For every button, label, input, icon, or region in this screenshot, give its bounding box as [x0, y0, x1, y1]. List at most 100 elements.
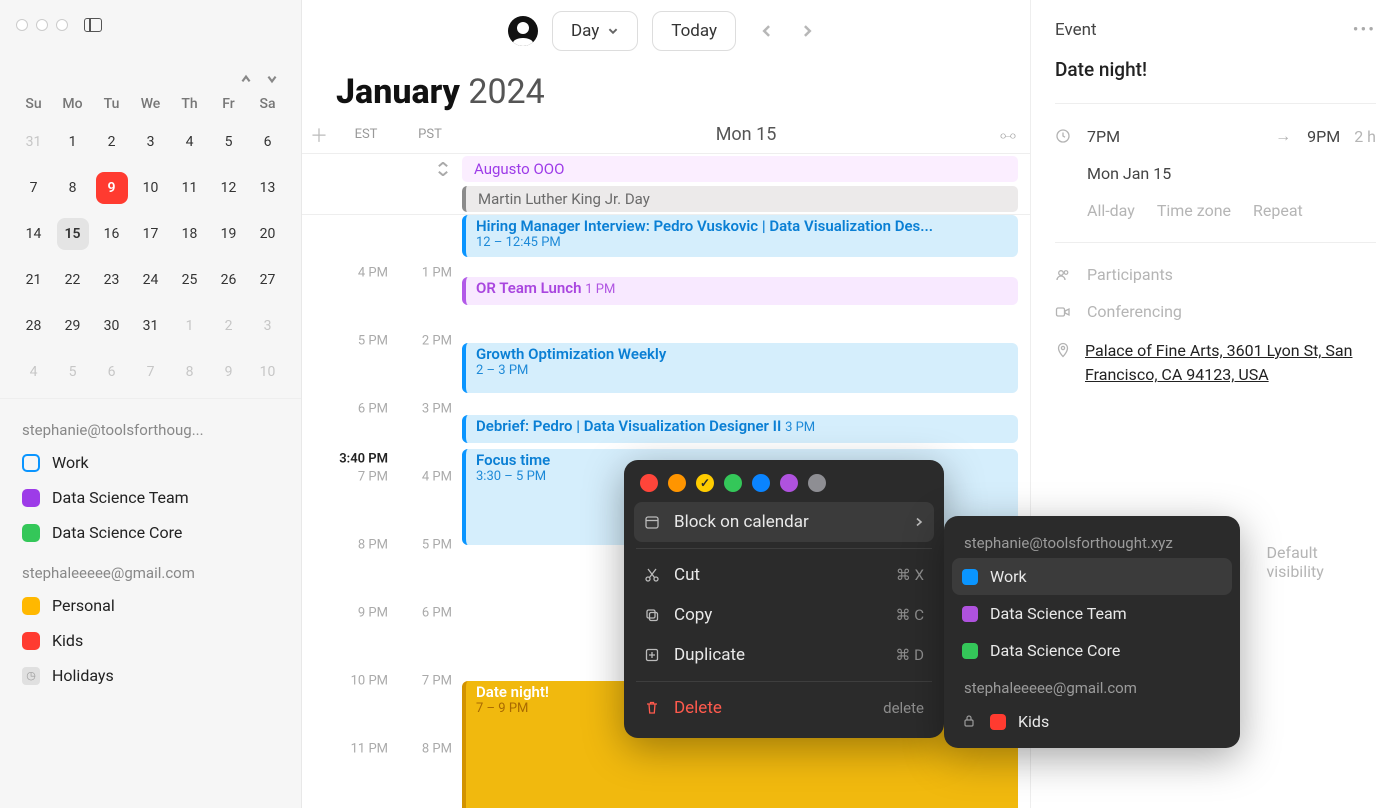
minical-day[interactable]: 4: [174, 126, 206, 158]
event-title[interactable]: Date night!: [1055, 58, 1376, 81]
view-switcher[interactable]: Day: [552, 11, 638, 51]
calendar-item[interactable]: Data Science Team: [18, 480, 283, 515]
allday-event[interactable]: Martin Luther King Jr. Day: [462, 186, 1018, 212]
minical-day[interactable]: 26: [213, 264, 245, 296]
today-button[interactable]: Today: [652, 11, 736, 51]
minical-day[interactable]: 3: [135, 126, 167, 158]
minical-prev-button[interactable]: [237, 70, 255, 88]
minical-day[interactable]: 28: [18, 310, 50, 342]
cut-icon: [644, 567, 660, 583]
current-time-indicator: 3:40 PM: [339, 452, 388, 467]
copy-item[interactable]: Copy⌘ C: [634, 595, 934, 635]
minical-day[interactable]: 1: [174, 310, 206, 342]
event-date[interactable]: Mon Jan 15: [1055, 164, 1376, 183]
minical-day[interactable]: 21: [18, 264, 50, 296]
account-header[interactable]: stephanie@toolsforthoug...: [18, 407, 283, 445]
minical-day[interactable]: 1: [57, 126, 89, 158]
duplicate-icon: [644, 647, 660, 663]
participants-row[interactable]: Participants: [1055, 265, 1376, 284]
minical-day[interactable]: 25: [174, 264, 206, 296]
next-day-button[interactable]: [790, 14, 824, 48]
minical-day[interactable]: 7: [18, 172, 50, 204]
calendar-item[interactable]: Kids: [18, 623, 283, 658]
details-more-button[interactable]: •••: [1353, 20, 1376, 40]
duplicate-item[interactable]: Duplicate⌘ D: [634, 635, 934, 675]
account-header[interactable]: stephaleeeee@gmail.com: [18, 550, 283, 588]
minical-day[interactable]: 9: [96, 172, 128, 204]
minical-day[interactable]: 30: [96, 310, 128, 342]
minical-day[interactable]: 6: [252, 126, 284, 158]
color-option[interactable]: [640, 474, 658, 492]
minical-day[interactable]: 15: [57, 218, 89, 250]
minical-day[interactable]: 13: [252, 172, 284, 204]
minical-day[interactable]: 4: [18, 356, 50, 388]
minical-day[interactable]: 24: [135, 264, 167, 296]
color-option[interactable]: [752, 474, 770, 492]
cut-item[interactable]: Cut⌘ X: [634, 555, 934, 595]
minical-day[interactable]: 29: [57, 310, 89, 342]
allday-toggle[interactable]: All-day: [1087, 201, 1135, 220]
calendar-item[interactable]: Work: [18, 445, 283, 480]
calendar-item[interactable]: Data Science Core: [18, 515, 283, 550]
minical-day[interactable]: 11: [174, 172, 206, 204]
close-window-button[interactable]: [16, 19, 28, 31]
block-on-calendar-item[interactable]: Block on calendar: [634, 502, 934, 542]
maximize-window-button[interactable]: [56, 19, 68, 31]
minical-day[interactable]: 2: [96, 126, 128, 158]
minical-day[interactable]: 31: [18, 126, 50, 158]
minical-day[interactable]: 9: [213, 356, 245, 388]
minical-next-button[interactable]: [263, 70, 281, 88]
minical-day[interactable]: 27: [252, 264, 284, 296]
minical-day[interactable]: 23: [96, 264, 128, 296]
user-avatar[interactable]: [508, 16, 538, 46]
submenu-calendar-item[interactable]: Data Science Core: [952, 632, 1232, 669]
calendar-event[interactable]: Hiring Manager Interview: Pedro Vuskovic…: [462, 215, 1018, 257]
minical-day[interactable]: 3: [252, 310, 284, 342]
calendar-item[interactable]: ◷Holidays: [18, 658, 283, 693]
add-event-button[interactable]: ＋: [310, 122, 328, 148]
delete-item[interactable]: Delete delete: [634, 688, 934, 728]
minical-day[interactable]: 16: [96, 218, 128, 250]
time-label-pst: 7 PM: [422, 674, 452, 689]
minical-day[interactable]: 5: [57, 356, 89, 388]
minical-day[interactable]: 8: [174, 356, 206, 388]
minical-day[interactable]: 31: [135, 310, 167, 342]
minical-day[interactable]: 19: [213, 218, 245, 250]
color-option[interactable]: [668, 474, 686, 492]
conferencing-row[interactable]: Conferencing: [1055, 302, 1376, 321]
minical-day[interactable]: 2: [213, 310, 245, 342]
minical-day[interactable]: 12: [213, 172, 245, 204]
minimize-window-button[interactable]: [36, 19, 48, 31]
calendar-event[interactable]: Debrief: Pedro | Data Visualization Desi…: [462, 415, 1018, 443]
minical-day[interactable]: 17: [135, 218, 167, 250]
allday-event[interactable]: Augusto OOO: [462, 156, 1018, 182]
minical-day[interactable]: 22: [57, 264, 89, 296]
color-option[interactable]: [808, 474, 826, 492]
prev-day-button[interactable]: [750, 14, 784, 48]
minical-day[interactable]: 18: [174, 218, 206, 250]
minical-day[interactable]: 10: [135, 172, 167, 204]
minical-day[interactable]: 8: [57, 172, 89, 204]
event-time-row[interactable]: 7PM → 9PM 2 h: [1055, 126, 1376, 146]
timezone-link[interactable]: Time zone: [1157, 201, 1231, 220]
toggle-sidebar-icon[interactable]: [84, 18, 102, 32]
submenu-calendar-item[interactable]: Data Science Team: [952, 595, 1232, 632]
color-option[interactable]: [780, 474, 798, 492]
submenu-calendar-item[interactable]: Kids: [952, 703, 1232, 740]
expand-allday-icon[interactable]: [436, 162, 450, 176]
submenu-calendar-item[interactable]: Work: [952, 558, 1232, 595]
calendar-event[interactable]: OR Team Lunch 1 PM: [462, 277, 1018, 305]
timezone-add-button[interactable]: ⧟: [1000, 125, 1016, 145]
calendar-event[interactable]: Growth Optimization Weekly2 – 3 PM: [462, 343, 1018, 393]
calendar-item[interactable]: Personal: [18, 588, 283, 623]
minical-day[interactable]: 14: [18, 218, 50, 250]
color-option[interactable]: ✓: [696, 474, 714, 492]
minical-day[interactable]: 20: [252, 218, 284, 250]
minical-day[interactable]: 6: [96, 356, 128, 388]
location-row[interactable]: Palace of Fine Arts, 3601 Lyon St, San F…: [1055, 339, 1376, 387]
color-option[interactable]: [724, 474, 742, 492]
minical-day[interactable]: 10: [252, 356, 284, 388]
minical-day[interactable]: 7: [135, 356, 167, 388]
minical-day[interactable]: 5: [213, 126, 245, 158]
repeat-link[interactable]: Repeat: [1253, 201, 1303, 220]
